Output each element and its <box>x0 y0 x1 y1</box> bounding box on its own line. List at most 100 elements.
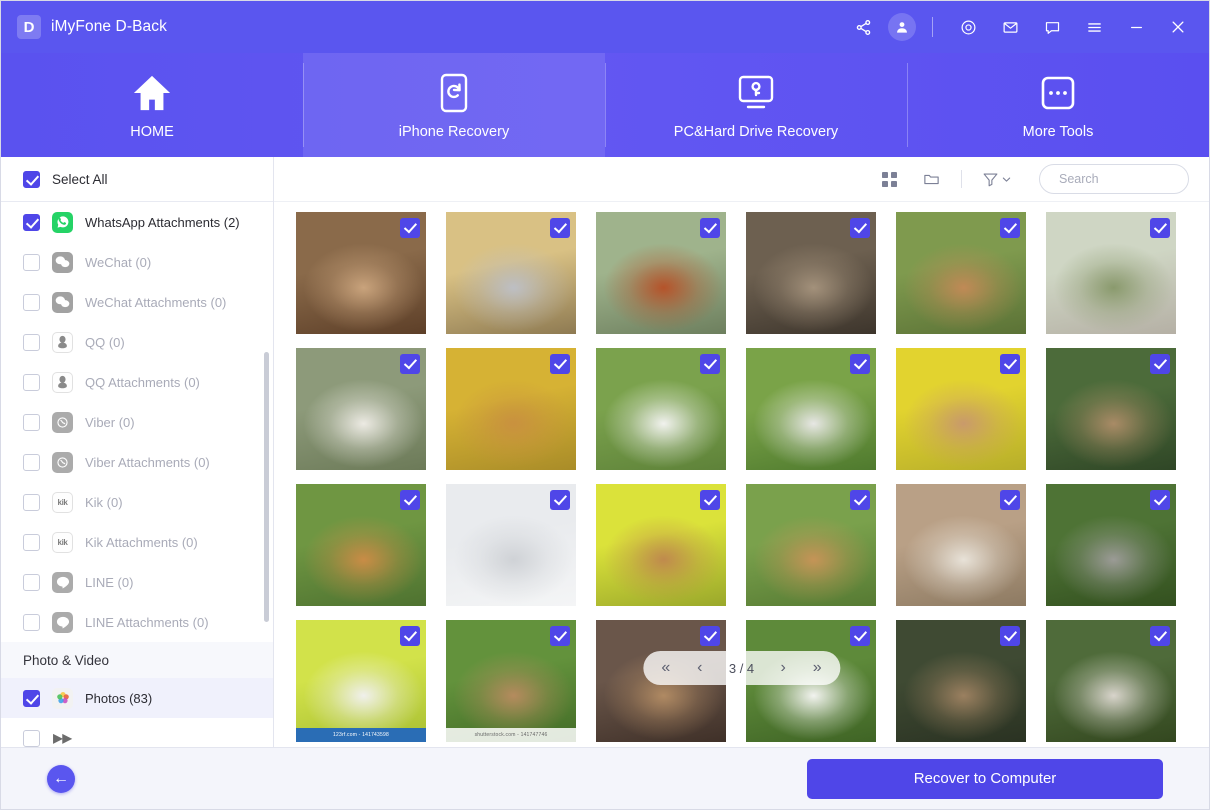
category-row[interactable]: LINE Attachments (0) <box>1 602 273 642</box>
photo-thumbnail[interactable] <box>896 212 1026 334</box>
category-checkbox[interactable] <box>23 534 40 551</box>
photo-checkbox[interactable] <box>1150 218 1170 238</box>
close-icon[interactable] <box>1161 10 1195 44</box>
category-row[interactable]: Viber Attachments (0) <box>1 442 273 482</box>
prev-page-button[interactable]: ‹ <box>683 652 717 684</box>
category-checkbox[interactable] <box>23 414 40 431</box>
photo-checkbox[interactable] <box>850 626 870 646</box>
category-checkbox[interactable] <box>23 254 40 271</box>
photo-checkbox[interactable] <box>550 490 570 510</box>
photo-thumbnail[interactable] <box>446 212 576 334</box>
photo-thumbnail[interactable]: 123rf.com - 141743598 <box>296 620 426 742</box>
photo-checkbox[interactable] <box>550 218 570 238</box>
first-page-button[interactable]: « <box>649 652 683 684</box>
photo-thumbnail[interactable] <box>1046 212 1176 334</box>
photo-checkbox[interactable] <box>1000 626 1020 646</box>
photo-thumbnail[interactable] <box>1046 620 1176 742</box>
category-checkbox[interactable] <box>23 214 40 231</box>
chat-icon[interactable] <box>1035 10 1069 44</box>
select-all-checkbox[interactable] <box>23 171 40 188</box>
category-row[interactable]: Viber (0) <box>1 402 273 442</box>
category-checkbox[interactable] <box>23 294 40 311</box>
photo-checkbox[interactable] <box>700 490 720 510</box>
category-checkbox[interactable] <box>23 494 40 511</box>
photo-checkbox[interactable] <box>400 490 420 510</box>
category-checkbox[interactable] <box>23 690 40 707</box>
photo-checkbox[interactable] <box>1000 490 1020 510</box>
photo-thumbnail[interactable] <box>296 348 426 470</box>
folder-view-icon[interactable] <box>915 163 947 195</box>
photo-checkbox[interactable] <box>1000 218 1020 238</box>
photo-thumbnail[interactable] <box>1046 484 1176 606</box>
category-row[interactable]: Photos (83) <box>1 678 273 718</box>
search-input[interactable] <box>1059 172 1210 186</box>
photo-checkbox[interactable] <box>700 626 720 646</box>
category-row[interactable]: LINE (0) <box>1 562 273 602</box>
photo-thumbnail[interactable] <box>296 212 426 334</box>
photo-thumbnail[interactable] <box>446 348 576 470</box>
photo-checkbox[interactable] <box>850 490 870 510</box>
category-row[interactable]: kikKik (0) <box>1 482 273 522</box>
nav-item-pc-hard-drive-recovery[interactable]: PC&Hard Drive Recovery <box>605 53 907 157</box>
target-icon[interactable] <box>951 10 985 44</box>
category-row[interactable]: WeChat Attachments (0) <box>1 282 273 322</box>
category-row[interactable]: kikKik Attachments (0) <box>1 522 273 562</box>
menu-icon[interactable] <box>1077 10 1111 44</box>
photo-thumbnail[interactable] <box>1046 348 1176 470</box>
photo-checkbox[interactable] <box>550 354 570 374</box>
last-page-button[interactable]: » <box>800 652 834 684</box>
category-row[interactable]: WhatsApp Attachments (2) <box>1 202 273 242</box>
recover-to-computer-button[interactable]: Recover to Computer <box>807 759 1163 799</box>
photo-checkbox[interactable] <box>700 218 720 238</box>
sidebar-scrollbar[interactable] <box>264 352 269 622</box>
photo-checkbox[interactable] <box>550 626 570 646</box>
share-icon[interactable] <box>846 10 880 44</box>
photo-thumbnail[interactable] <box>596 484 726 606</box>
category-checkbox[interactable] <box>23 334 40 351</box>
photo-thumbnail[interactable] <box>296 484 426 606</box>
photo-thumbnail[interactable] <box>746 348 876 470</box>
category-list[interactable]: WhatsApp Attachments (2)WeChat (0)WeChat… <box>1 202 273 747</box>
photo-checkbox[interactable] <box>700 354 720 374</box>
grid-view-icon[interactable] <box>873 163 905 195</box>
photo-thumbnail[interactable] <box>446 484 576 606</box>
category-checkbox[interactable] <box>23 730 40 747</box>
mail-icon[interactable] <box>993 10 1027 44</box>
photo-thumbnail[interactable] <box>596 212 726 334</box>
search-box[interactable] <box>1039 164 1189 194</box>
nav-item-more-tools[interactable]: More Tools <box>907 53 1209 157</box>
nav-item-home[interactable]: HOME <box>1 53 303 157</box>
category-row[interactable]: QQ Attachments (0) <box>1 362 273 402</box>
nav-item-iphone-recovery[interactable]: iPhone Recovery <box>303 53 605 157</box>
back-button[interactable]: ← <box>47 765 75 793</box>
photo-thumbnail[interactable] <box>746 212 876 334</box>
category-row[interactable]: WeChat (0) <box>1 242 273 282</box>
category-checkbox[interactable] <box>23 574 40 591</box>
category-checkbox[interactable] <box>23 374 40 391</box>
photo-checkbox[interactable] <box>1150 490 1170 510</box>
photo-thumbnail[interactable] <box>896 348 1026 470</box>
select-all-row[interactable]: Select All <box>1 157 273 202</box>
content-toolbar <box>274 157 1209 202</box>
photo-thumbnail[interactable] <box>746 484 876 606</box>
photo-checkbox[interactable] <box>850 354 870 374</box>
photo-checkbox[interactable] <box>400 354 420 374</box>
photo-thumbnail[interactable] <box>596 348 726 470</box>
photo-checkbox[interactable] <box>400 626 420 646</box>
photo-thumbnail[interactable] <box>896 620 1026 742</box>
category-row[interactable]: ▶▶ <box>1 718 273 747</box>
photo-checkbox[interactable] <box>1000 354 1020 374</box>
photo-thumbnail[interactable]: shutterstock.com - 141747746 <box>446 620 576 742</box>
photo-checkbox[interactable] <box>1150 626 1170 646</box>
photo-checkbox[interactable] <box>400 218 420 238</box>
photo-thumbnail[interactable] <box>896 484 1026 606</box>
photo-checkbox[interactable] <box>1150 354 1170 374</box>
category-checkbox[interactable] <box>23 454 40 471</box>
account-icon[interactable] <box>888 13 916 41</box>
photo-checkbox[interactable] <box>850 218 870 238</box>
category-checkbox[interactable] <box>23 614 40 631</box>
minimize-icon[interactable] <box>1119 10 1153 44</box>
filter-icon[interactable] <box>976 164 1017 194</box>
next-page-button[interactable]: › <box>766 652 800 684</box>
category-row[interactable]: QQ (0) <box>1 322 273 362</box>
